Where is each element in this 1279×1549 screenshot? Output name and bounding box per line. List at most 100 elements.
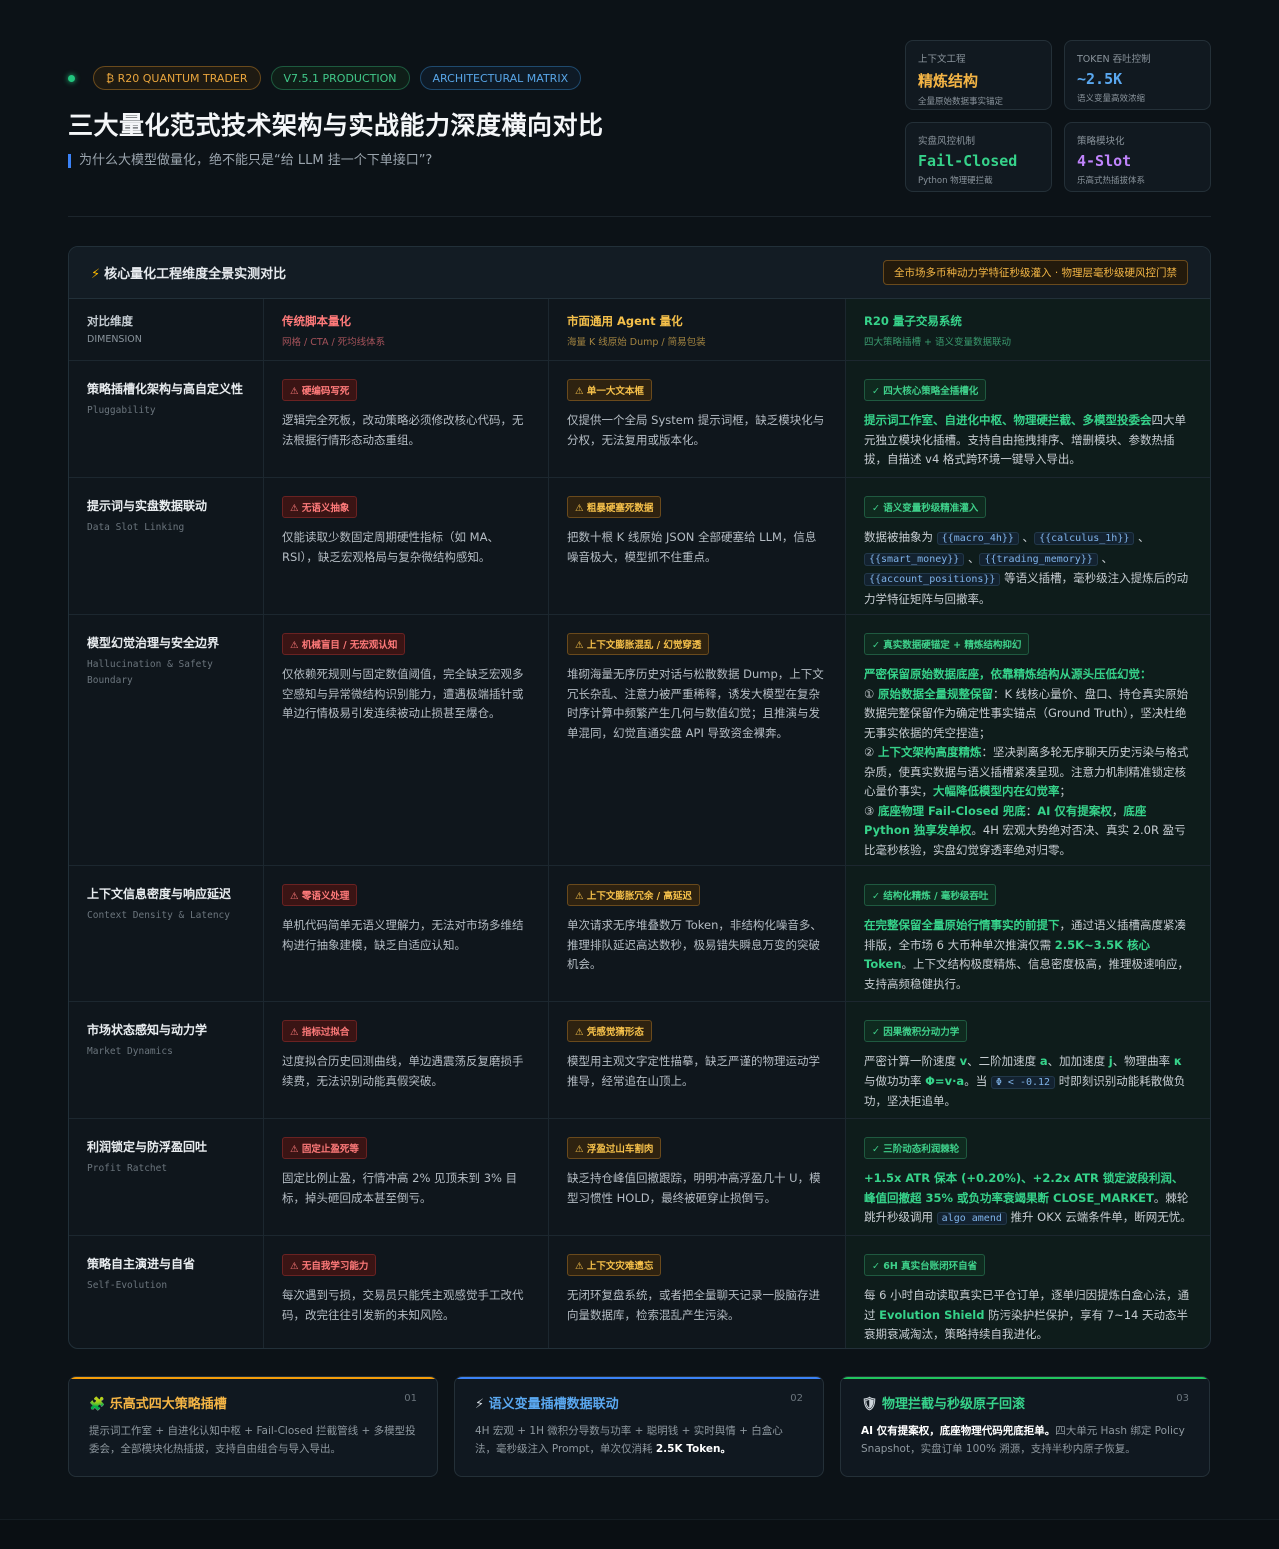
warning-icon: ⚠ <box>290 386 302 397</box>
dimension-name: 提示词与实盘数据联动 <box>87 499 208 513</box>
tag-label: 机械盲目 / 无宏观认知 <box>301 640 398 651</box>
stat-sub: 全量原始数据事实锚定 <box>918 97 1004 107</box>
stats-grid: 上下文工程 精炼结构 全量原始数据事实锚定 TOKEN 吞吐控制 ~2.5K 语义变量高… <box>905 40 1211 192</box>
check-icon: ✓ <box>872 640 884 651</box>
text-segment: ， <box>1111 803 1124 818</box>
stat-card: 实盘风控机制 Fail-Closed Python 物理硬拦截 <box>905 122 1052 192</box>
tag-label: 浮盈过山车割肉 <box>586 1144 654 1155</box>
badge-row: ₿ R20 QUANTUM TRADER V7.5.1 PRODUCTION A… <box>68 66 604 90</box>
stat-value: Fail-Closed <box>918 152 1018 170</box>
cell-text: 模型用主观文字定性描摹，缺乏严谨的物理运动学推导，经常追在山顶上。 <box>567 1054 820 1088</box>
column-header: 市面通用 Agent 量化 海量 K 线原始 Dump / 简易包装 <box>549 299 846 361</box>
comparison-cell: ⚠ 机械盲目 / 无宏观认知 仅依赖死规则与固定数值阈值，完全缺乏宏观多空感知与异… <box>264 615 549 866</box>
warning-tag: ⚠ 粗暴硬塞死数据 <box>567 496 662 518</box>
card-desc-text: 4H 宏观 + 1H 微积分导数与功率 + 聪明钱 + 实时舆情 + 白盒心法，… <box>475 1425 783 1455</box>
text-segment: 。上下文结构极度精炼、信息密度极高，推理极速响应，支持高频稳健执行。 <box>864 957 1190 991</box>
column-title: 传统脚本量化 <box>282 314 351 328</box>
text-segment: {{account_positions}} <box>864 573 1001 586</box>
check-icon: ✓ <box>872 1261 884 1272</box>
cell-text: 仅能读取少数固定周期硬性指标（如 MA、RSI），缺乏宏观格局与复杂微结构感知。 <box>282 530 499 564</box>
warning-tag: ⚠ 硬编码写死 <box>282 379 358 401</box>
card-title: 物理拦截与秒级原子回滚 <box>882 1397 1026 1412</box>
stat-label: 上下文工程 <box>918 54 966 65</box>
comparison-cell: ⚠ 凭感觉猜形态 模型用主观文字定性描摹，缺乏严谨的物理运动学推导，经常追在山顶上… <box>549 1002 846 1119</box>
header: ₿ R20 QUANTUM TRADER V7.5.1 PRODUCTION A… <box>68 66 604 168</box>
comparison-cell: ⚠ 指标过拟合 过度拟合历史回测曲线，单边遇震荡反复磨损手续费，无法识别动能真假突… <box>264 1002 549 1119</box>
tag-label: 上下文膨胀冗余 / 高延迟 <box>586 891 692 902</box>
tag-label: 凭感觉猜形态 <box>586 1027 644 1038</box>
warning-icon: ⚠ <box>290 1144 302 1155</box>
text-segment: ： <box>1025 803 1038 818</box>
column-title: 对比维度 <box>87 314 133 328</box>
tag-label: 零语义处理 <box>301 891 350 902</box>
warning-icon: ⚠ <box>290 640 302 651</box>
dimension-cell: 策略插槽化架构与高自定义性 Pluggability <box>69 361 264 478</box>
comparison-cell: ⚠ 粗暴硬塞死数据 把数十根 K 线原始 JSON 全部硬塞给 LLM，信息噪音极… <box>549 478 846 615</box>
stat-value: ~2.5K <box>1077 70 1123 88</box>
check-tag: ✓ 真实数据硬锚定 + 精炼结构抑幻 <box>864 633 1030 655</box>
check-tag: ✓ 语义变量秒级精准灌入 <box>864 496 987 518</box>
text-segment: algo amend <box>936 1212 1007 1225</box>
check-icon: ✓ <box>872 503 884 514</box>
card-title-wrap: ⚡ 语义变量插槽数据联动 <box>475 1393 619 1412</box>
text-segment: 提示词工作室、自进化中枢、物理硬拦截、多模型投委会 <box>864 413 1152 427</box>
dimension-english: Context Density & Latency <box>87 910 230 921</box>
card-number: 01 <box>404 1393 417 1404</box>
dimension-cell: 上下文信息密度与响应延迟 Context Density & Latency <box>69 866 264 1002</box>
warning-tag: ⚠ 机械盲目 / 无宏观认知 <box>282 633 406 655</box>
dimension-name: 策略自主演进与自省 <box>87 1257 196 1271</box>
cell-text: 单机代码简单无语义理解力，无法对市场多维结构进行抽象建模，缺乏自适应认知。 <box>282 918 524 952</box>
comparison-cell: ⚠ 无自我学习能力 每次遇到亏损，交易员只能凭主观感觉手工改代码，改完往往引发新的… <box>264 1236 549 1348</box>
card-desc-text: 提示词工作室 + 自进化认知中枢 + Fail-Closed 拦截管线 + 多模… <box>89 1425 416 1455</box>
panel-title-wrap: ⚡ 核心量化工程维度全景实测对比 <box>91 263 286 282</box>
warning-icon: ⚠ <box>290 503 302 514</box>
dimension-cell: 策略自主演进与自省 Self-Evolution <box>69 1236 264 1348</box>
dimension-english: Self-Evolution <box>87 1280 168 1291</box>
tag-label: 上下文膨胀混乱 / 幻觉穿透 <box>586 640 702 651</box>
badge-matrix: ARCHITECTURAL MATRIX <box>419 66 582 90</box>
r20-cell: ✓ 结构化精炼 / 毫秒级吞吐 在完整保留全量原始行情事实的前提下，通过语义插槽高… <box>846 866 1210 1002</box>
text-segment: {{trading_memory}} <box>979 552 1098 566</box>
dimension-name: 市场状态感知与动力学 <box>87 1023 208 1037</box>
comparison-cell: ⚠ 固定止盈死等 固定比例止盈，行情冲高 2% 见顶未到 3% 目标，掉头砸回成本… <box>264 1119 549 1236</box>
tag-label: 无语义抽象 <box>301 503 350 514</box>
card-accent-bar <box>69 1377 437 1379</box>
card-strong: 2.5K Token。 <box>655 1443 732 1455</box>
text-segment: 、加加速度 <box>1047 1054 1109 1068</box>
warning-icon: ⚠ <box>575 640 587 651</box>
text-segment: ③ <box>864 803 878 818</box>
dimension-english: Pluggability <box>87 405 156 416</box>
check-tag: ✓ 因果微积分动力学 <box>864 1020 968 1042</box>
warning-icon: ⚠ <box>575 503 587 514</box>
text-segment: 在完整保留全量原始行情事实的前提下 <box>864 918 1060 932</box>
panel-header: ⚡ 核心量化工程维度全景实测对比 全市场多币种动力学特征秒级灌入 · 物理层毫秒级… <box>69 247 1210 299</box>
card-title-wrap: 🛡 物理拦截与秒级原子回滚 <box>861 1393 1025 1412</box>
check-tag: ✓ 三阶动态利润棘轮 <box>864 1137 968 1159</box>
text-segment: 、 <box>964 550 980 565</box>
check-tag: ✓ 6H 真实台账闭环自省 <box>864 1254 986 1276</box>
r20-cell: ✓ 四大核心策略全插槽化 提示词工作室、自进化中枢、物理硬拦截、多模型投委会四大单… <box>846 361 1210 478</box>
warning-tag: ⚠ 上下文灾难遗忘 <box>567 1254 662 1276</box>
text-segment: 、 <box>1134 530 1150 544</box>
check-tag: ✓ 结构化精炼 / 毫秒级吞吐 <box>864 884 997 906</box>
stat-label: 实盘风控机制 <box>918 136 976 147</box>
comparison-panel: ⚡ 核心量化工程维度全景实测对比 全市场多币种动力学特征秒级灌入 · 物理层毫秒级… <box>68 246 1211 1349</box>
column-header: 传统脚本量化 网格 / CTA / 死均线体系 <box>264 299 549 361</box>
text-segment: {{smart_money}} <box>864 552 965 566</box>
tag-label: 真实数据硬锚定 + 精炼结构抑幻 <box>883 640 1022 651</box>
tag-label: 三阶动态利润棘轮 <box>883 1144 960 1155</box>
comparison-cell: ⚠ 上下文灾难遗忘 无闭环复盘系统，或者把全量聊天记录一股脑存进向量数据库，检索混… <box>549 1236 846 1348</box>
card-title-wrap: 🧩 乐高式四大策略插槽 <box>89 1393 227 1412</box>
text-segment: κ <box>1173 1054 1183 1068</box>
dimension-cell: 提示词与实盘数据联动 Data Slot Linking <box>69 478 264 615</box>
cell-text: 每次遇到亏损，交易员只能凭主观感觉手工改代码，改完往往引发新的未知风险。 <box>282 1288 524 1322</box>
warning-tag: ⚠ 上下文膨胀冗余 / 高延迟 <box>567 884 700 906</box>
stat-label: TOKEN 吞吐控制 <box>1077 54 1151 65</box>
stat-sub: 乐高式热插拔体系 <box>1077 176 1146 186</box>
warning-icon: ⚠ <box>290 891 302 902</box>
tag-label: 上下文灾难遗忘 <box>586 1261 654 1272</box>
check-tag: ✓ 四大核心策略全插槽化 <box>864 379 987 401</box>
text-segment: 、物理曲率 <box>1112 1054 1174 1068</box>
tag-label: 固定止盈死等 <box>301 1144 359 1155</box>
stat-sub: Python 物理硬拦截 <box>918 176 993 186</box>
